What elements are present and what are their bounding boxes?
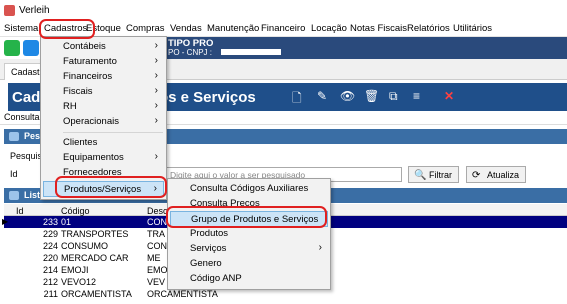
list-icon xyxy=(9,191,19,200)
cell-id: 212 xyxy=(42,277,58,287)
company-banner: TIPO PRO PO - CNPJ : xyxy=(165,37,567,59)
menu-item-label: Código ANP xyxy=(190,273,242,284)
menu-item-label: Consulta Códigos Auxiliares xyxy=(190,183,309,194)
menu-financeiro[interactable]: Financeiro xyxy=(261,23,305,34)
cell-id: 214 xyxy=(42,265,58,275)
cell-id: 229 xyxy=(42,229,58,239)
menu-icon[interactable]: ≡ xyxy=(413,89,420,103)
update-button[interactable]: ⟳ Atualiza xyxy=(466,166,527,183)
redacted-cnpj xyxy=(221,49,281,55)
menu-item-consulta-codigos[interactable]: Consulta Códigos Auxiliares xyxy=(170,181,328,197)
chevron-right-icon: › xyxy=(154,40,158,51)
delete-icon[interactable]: 🗑 xyxy=(364,89,379,103)
search-icon: 🔍 xyxy=(414,170,427,181)
menu-item-label: Genero xyxy=(190,258,222,269)
highlight-grupo-produtos xyxy=(166,206,327,228)
cell-desc: EMO xyxy=(147,265,168,275)
cell-id: 211 xyxy=(43,289,58,299)
menu-sistema[interactable]: Sistema xyxy=(4,23,38,34)
menu-item-servicos[interactable]: Serviços › xyxy=(170,241,328,257)
menu-utilitarios[interactable]: Utilitários xyxy=(453,23,492,34)
menu-manutencao[interactable]: Manutenção xyxy=(207,23,259,34)
cell-code: CONSUMO xyxy=(61,241,108,251)
filter-label: Filtrar xyxy=(429,170,452,180)
menu-separator xyxy=(63,132,163,133)
update-label: Atualiza xyxy=(487,170,520,180)
col-codigo[interactable]: Código xyxy=(61,206,90,216)
company-cnpj-label: PO - CNPJ : xyxy=(168,48,213,57)
menu-item-genero[interactable]: Genero xyxy=(170,256,328,272)
highlight-produtos-servicos xyxy=(55,176,167,198)
menu-item-faturamento[interactable]: Faturamento › xyxy=(43,54,164,70)
cell-code: ORCAMENTISTA xyxy=(61,289,132,299)
teamviewer-icon[interactable] xyxy=(23,40,39,56)
cell-desc: CON xyxy=(147,217,167,227)
cell-code: 01 xyxy=(61,217,72,227)
menu-item-label: RH xyxy=(63,101,77,112)
chevron-right-icon: › xyxy=(154,100,158,111)
close-icon[interactable]: ✕ xyxy=(444,89,454,103)
copy-icon[interactable]: ⧉ xyxy=(389,89,398,104)
tab-consultar[interactable]: Consultar xyxy=(4,112,43,122)
menu-item-label: Serviços xyxy=(190,243,227,254)
cell-id: 220 xyxy=(42,253,58,263)
app-icon xyxy=(4,5,15,16)
refresh-icon: ⟳ xyxy=(472,170,481,181)
menu-item-label: Operacionais xyxy=(63,116,119,127)
chevron-right-icon: › xyxy=(154,115,158,126)
filter-button[interactable]: 🔍 Filtrar xyxy=(408,166,459,183)
menu-item-label: Equipamentos xyxy=(63,152,124,163)
col-id[interactable]: Id xyxy=(16,206,24,216)
menu-notas-fiscais[interactable]: Notas Fiscais xyxy=(350,23,407,34)
cell-desc: ME xyxy=(147,253,161,263)
highlight-cadastros xyxy=(39,19,95,39)
cell-desc: VEV xyxy=(147,277,166,287)
menu-item-label: Clientes xyxy=(63,137,98,148)
form-title-right: tos e Serviços xyxy=(154,89,256,106)
menu-locacao[interactable]: Locação xyxy=(311,23,347,34)
whatsapp-icon[interactable] xyxy=(4,40,20,56)
menu-vendas[interactable]: Vendas xyxy=(170,23,202,34)
cell-desc: TRA xyxy=(147,229,165,239)
cell-id: 233 xyxy=(42,217,58,227)
chevron-right-icon: › xyxy=(154,85,158,96)
new-icon[interactable]: 🗋 xyxy=(292,89,302,110)
menu-item-label: Faturamento xyxy=(63,56,117,67)
cell-id: 224 xyxy=(42,241,58,251)
id-label: Id xyxy=(10,169,18,179)
menu-item-codigo-anp[interactable]: Código ANP xyxy=(170,271,328,287)
menu-item-label: Contábeis xyxy=(63,41,106,52)
menu-item-produtos[interactable]: Produtos xyxy=(170,226,328,242)
menu-item-operacionais[interactable]: Operacionais › xyxy=(43,114,164,130)
chevron-right-icon: › xyxy=(154,151,158,162)
menu-item-label: Fiscais xyxy=(63,86,93,97)
menu-item-label: Produtos xyxy=(190,228,229,239)
menu-relatorios[interactable]: Relatórios xyxy=(407,23,450,34)
edit-icon[interactable]: ✎ xyxy=(317,89,327,103)
menu-item-fiscais[interactable]: Fiscais › xyxy=(43,84,164,100)
cell-code: MERCADO CAR xyxy=(61,253,129,263)
cell-desc: ORCAMENTISTA xyxy=(147,289,218,299)
chevron-right-icon: › xyxy=(318,242,322,253)
chevron-right-icon: › xyxy=(154,70,158,81)
menu-item-equipamentos[interactable]: Equipamentos › xyxy=(43,150,164,166)
window-title: Verleih xyxy=(19,5,50,16)
col-descricao[interactable]: Desc xyxy=(147,206,168,216)
chevron-right-icon: › xyxy=(154,55,158,66)
view-icon[interactable]: 👁 xyxy=(340,89,355,103)
menu-item-clientes[interactable]: Clientes xyxy=(43,135,164,151)
cell-code: EMOJI xyxy=(61,265,89,275)
cell-code: TRANSPORTES xyxy=(61,229,129,239)
menu-item-label: Financeiros xyxy=(63,71,113,82)
cell-code: VEVO12 xyxy=(61,277,97,287)
menu-item-financeiros[interactable]: Financeiros › xyxy=(43,69,164,85)
cell-desc: CON xyxy=(147,241,167,251)
menu-item-rh[interactable]: RH › xyxy=(43,99,164,115)
produtos-submenu: Consulta Códigos Auxiliares Consulta Pre… xyxy=(167,178,331,290)
title-bar: Verleih xyxy=(0,0,567,20)
menu-compras[interactable]: Compras xyxy=(126,23,165,34)
key-icon xyxy=(9,132,19,141)
menu-item-contabeis[interactable]: Contábeis › xyxy=(43,39,164,55)
